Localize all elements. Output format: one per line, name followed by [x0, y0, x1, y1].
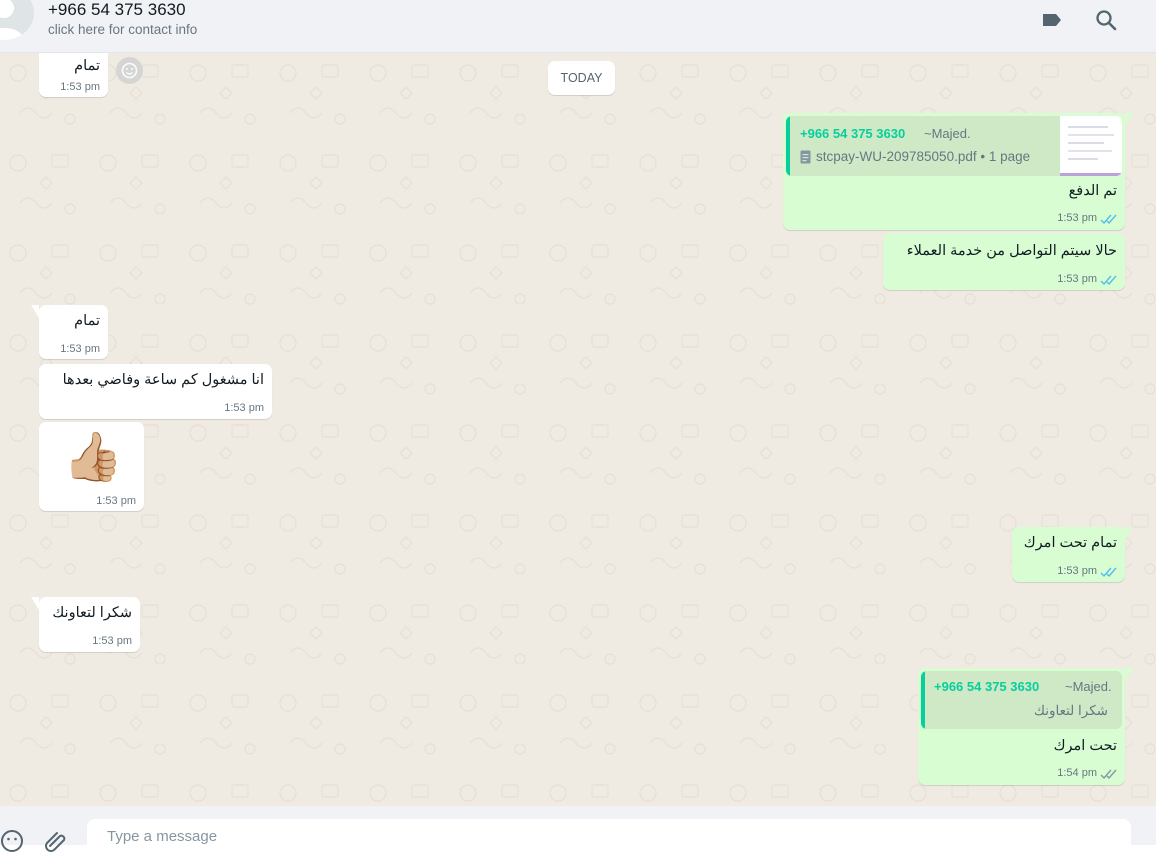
read-ticks-icon	[1100, 769, 1117, 780]
message-time: 1:53 pm	[1057, 565, 1097, 577]
message-text: تمام تحت امرك	[1023, 535, 1117, 551]
emoji-icon[interactable]	[0, 828, 26, 859]
message-time: 1:53 pm	[1057, 273, 1097, 285]
message-text: حالا سيتم التواصل من خدمة العملاء	[906, 243, 1117, 259]
quote-document-name: stcpay-WU-209785050.pdf • 1 page	[816, 149, 1031, 164]
bubble-tail	[1125, 668, 1133, 681]
chat-panel[interactable]: تمام 1:53 pm TODAY +966 54 375 3630 ~Maj…	[0, 53, 1156, 806]
reaction-emoji-icon[interactable]	[116, 57, 143, 84]
thumbs-up-emoji: 👍🏼	[63, 431, 123, 484]
message-time: 1:53 pm	[92, 635, 132, 647]
message-incoming[interactable]: تمام 1:53 pm	[39, 53, 108, 97]
message-incoming-emoji[interactable]: 👍🏼 1:53 pm	[39, 422, 144, 511]
message-time: 1:54 pm	[1057, 767, 1097, 779]
quote-bar	[786, 116, 790, 176]
message-text: شكرا لتعاونك	[52, 605, 132, 621]
read-ticks-icon	[1100, 275, 1117, 286]
message-time: 1:53 pm	[60, 81, 100, 93]
quoted-message[interactable]: +966 54 375 3630 ~Majed. شكرا لتعاونك	[921, 671, 1122, 729]
bubble-tail	[1125, 113, 1133, 126]
message-input-box[interactable]	[87, 819, 1131, 859]
contact-info-hint[interactable]: click here for contact info	[48, 22, 197, 37]
message-incoming[interactable]: شكرا لتعاونك 1:53 pm	[31, 597, 140, 652]
quote-text: شكرا لتعاونك	[1033, 703, 1108, 718]
read-ticks-icon	[1100, 567, 1117, 578]
bubble-tail	[1125, 527, 1133, 540]
message-text: تحت امرك	[1053, 738, 1117, 754]
message-incoming[interactable]: تمام 1:53 pm	[31, 305, 108, 359]
composer-bar	[0, 806, 1156, 859]
contact-name[interactable]: +966 54 375 3630	[48, 0, 186, 20]
message-text: تم الدفع	[1068, 183, 1117, 199]
message-time: 1:53 pm	[224, 402, 264, 414]
quote-alias: ~Majed.	[1065, 679, 1112, 694]
quote-alias: ~Majed.	[924, 126, 971, 141]
quote-sender: +966 54 375 3630	[800, 126, 906, 141]
attach-icon[interactable]	[44, 828, 70, 859]
search-icon[interactable]	[1094, 8, 1118, 32]
bubble-tail	[31, 305, 39, 318]
date-separator: TODAY	[548, 61, 615, 95]
quote-sender: +966 54 375 3630	[934, 679, 1040, 694]
label-icon[interactable]	[1040, 8, 1064, 32]
default-avatar-icon[interactable]	[0, 0, 34, 40]
message-outgoing[interactable]: حالا سيتم التواصل من خدمة العملاء 1:53 p…	[883, 233, 1125, 290]
bubble-tail	[31, 597, 39, 610]
message-outgoing[interactable]: +966 54 375 3630 ~Majed. شكرا لتعاونك تح…	[918, 668, 1133, 785]
message-incoming[interactable]: انا مشغول كم ساعة وفاضي بعدها 1:53 pm	[39, 364, 272, 419]
message-text: تمام	[74, 58, 100, 74]
message-input[interactable]	[105, 827, 1009, 846]
message-time: 1:53 pm	[96, 495, 136, 507]
message-time: 1:53 pm	[1057, 212, 1097, 224]
pdf-doc-icon	[800, 150, 811, 168]
message-outgoing[interactable]: تمام تحت امرك 1:53 pm	[1012, 527, 1133, 582]
message-text: انا مشغول كم ساعة وفاضي بعدها	[62, 372, 264, 388]
document-thumbnail	[1060, 116, 1122, 176]
quote-bar	[921, 671, 925, 729]
quoted-document[interactable]: +966 54 375 3630 ~Majed. stcpay-WU-20978…	[786, 116, 1122, 176]
chat-header[interactable]: +966 54 375 3630 click here for contact …	[0, 0, 1156, 53]
message-outgoing[interactable]: +966 54 375 3630 ~Majed. stcpay-WU-20978…	[783, 113, 1133, 230]
message-text: تمام	[74, 313, 100, 329]
read-ticks-icon	[1100, 214, 1117, 225]
message-time: 1:53 pm	[60, 343, 100, 355]
